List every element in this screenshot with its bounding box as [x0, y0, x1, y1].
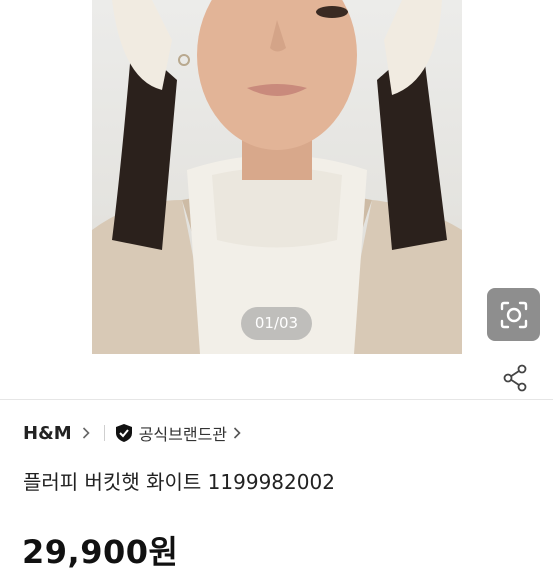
image-counter: 01/03: [241, 307, 312, 340]
product-title: 플러피 버킷햇 화이트 1199982002: [23, 470, 335, 494]
product-image[interactable]: [92, 0, 462, 354]
product-price: 29,900원: [22, 533, 179, 571]
separator: [103, 425, 105, 441]
camera-search-icon: [500, 301, 527, 328]
official-brand-label: 공식브랜드관: [138, 425, 228, 444]
brand-row: H&M 공식브랜드관: [23, 420, 241, 446]
product-photo-art: [92, 0, 462, 354]
image-search-button[interactable]: [487, 288, 540, 341]
share-button[interactable]: [499, 362, 531, 394]
share-icon: [503, 364, 527, 392]
official-brand-link[interactable]: 공식브랜드관: [115, 421, 241, 445]
brand-link[interactable]: H&M: [23, 423, 72, 444]
chevron-right-icon: [233, 427, 241, 439]
divider: [0, 399, 553, 400]
shield-check-icon: [115, 424, 132, 442]
chevron-right-icon[interactable]: [82, 427, 90, 439]
